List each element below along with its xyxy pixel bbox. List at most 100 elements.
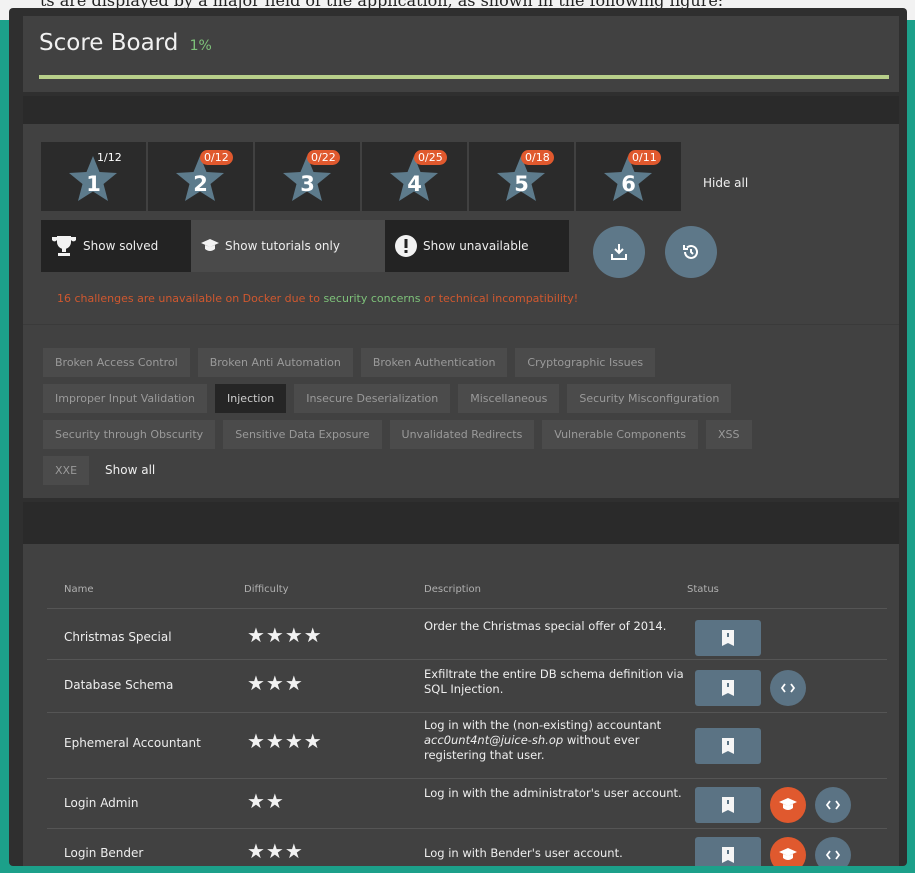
restore-icon xyxy=(683,244,698,259)
challenge-difficulty: ★★★★ xyxy=(247,623,323,647)
difficulty-number: 3 xyxy=(300,172,315,196)
security-concerns-link[interactable]: security concerns xyxy=(323,292,420,305)
difficulty-filter-3[interactable]: 0/22 3 xyxy=(255,142,360,211)
challenge-name: Christmas Special xyxy=(64,630,172,644)
description-text: Log in with the (non-existing) accountan… xyxy=(424,718,662,732)
category-chip[interactable]: XSS xyxy=(706,420,752,449)
table-divider xyxy=(47,778,887,779)
challenge-name: Login Bender xyxy=(64,846,144,860)
category-chip[interactable]: Cryptographic Issues xyxy=(515,348,656,377)
unsolved-button[interactable] xyxy=(695,728,761,764)
difficulty-filter-1[interactable]: 1/12 1 xyxy=(41,142,146,211)
column-header-description: Description xyxy=(424,584,481,595)
difficulty-badge: 0/11 xyxy=(628,150,661,165)
challenge-status xyxy=(695,787,851,823)
download-button[interactable] xyxy=(593,226,645,278)
flag-icon xyxy=(722,738,734,754)
category-chip[interactable]: Unvalidated Redirects xyxy=(389,420,535,449)
difficulty-number: 1 xyxy=(86,172,101,196)
challenge-name: Ephemeral Accountant xyxy=(64,736,201,750)
difficulty-filter-row: 1/12 1 0/12 2 0/22 3 0/25 4 0/18 5 0/11 … xyxy=(41,142,681,211)
exclamation-circle-icon xyxy=(395,235,417,257)
table-divider xyxy=(47,828,887,829)
show-all-categories-button[interactable]: Show all xyxy=(97,456,155,485)
table-row: Christmas Special ★★★★ Order the Christm… xyxy=(23,616,899,658)
column-header-status: Status xyxy=(687,584,719,595)
show-unavailable-toggle[interactable]: Show unavailable xyxy=(385,220,569,272)
code-snippet-button[interactable] xyxy=(770,670,806,706)
challenge-description: Exfiltrate the entire DB schema definiti… xyxy=(424,667,684,696)
code-snippet-button[interactable] xyxy=(815,837,851,866)
page-title-text: Score Board xyxy=(39,30,179,56)
challenge-name: Database Schema xyxy=(64,678,174,692)
category-chip[interactable]: Broken Authentication xyxy=(360,348,508,377)
difficulty-badge: 1/12 xyxy=(97,151,122,164)
restore-button[interactable] xyxy=(665,226,717,278)
table-divider xyxy=(47,608,887,609)
show-unavailable-label: Show unavailable xyxy=(423,239,529,253)
difficulty-filter-5[interactable]: 0/18 5 xyxy=(469,142,574,211)
category-row: XXE Show all xyxy=(43,456,883,485)
section-spacer xyxy=(23,96,899,124)
challenge-difficulty: ★★★★ xyxy=(247,729,323,753)
category-chip[interactable]: Improper Input Validation xyxy=(43,384,208,413)
challenge-description: Order the Christmas special offer of 201… xyxy=(424,619,667,633)
flag-icon xyxy=(722,847,734,863)
category-row: Improper Input Validation Injection Inse… xyxy=(43,384,883,413)
show-solved-toggle[interactable]: Show solved xyxy=(41,220,191,272)
category-chip[interactable]: Security through Obscurity xyxy=(43,420,216,449)
flag-icon xyxy=(722,797,734,813)
difficulty-filter-2[interactable]: 0/12 2 xyxy=(148,142,253,211)
challenge-status xyxy=(695,670,806,706)
code-icon xyxy=(826,850,840,860)
progress-bar xyxy=(39,75,889,79)
show-tutorials-toggle[interactable]: Show tutorials only xyxy=(191,220,385,272)
category-chip[interactable]: Security Misconfiguration xyxy=(567,384,732,413)
table-row: Login Admin ★★ Log in with the administr… xyxy=(23,782,899,824)
code-icon xyxy=(826,800,840,810)
challenge-difficulty: ★★★ xyxy=(247,671,304,695)
difficulty-badge: 0/22 xyxy=(307,150,340,165)
table-divider xyxy=(47,712,887,713)
code-icon xyxy=(781,683,795,693)
difficulty-badge: 0/18 xyxy=(521,150,554,165)
difficulty-number: 2 xyxy=(193,172,208,196)
difficulty-filter-6[interactable]: 0/11 6 xyxy=(576,142,681,211)
divider xyxy=(23,324,899,325)
challenge-difficulty: ★★★ xyxy=(247,839,304,863)
tutorial-button[interactable] xyxy=(770,837,806,866)
category-filters: Broken Access Control Broken Anti Automa… xyxy=(43,348,883,492)
category-chip[interactable]: Vulnerable Components xyxy=(542,420,699,449)
section-spacer xyxy=(23,502,899,544)
category-chip[interactable]: XXE xyxy=(43,456,90,485)
difficulty-filter-4[interactable]: 0/25 4 xyxy=(362,142,467,211)
category-chip[interactable]: Miscellaneous xyxy=(458,384,560,413)
unsolved-button[interactable] xyxy=(695,620,761,656)
category-chip[interactable]: Broken Anti Automation xyxy=(197,348,353,377)
unsolved-button[interactable] xyxy=(695,837,761,866)
category-chip[interactable]: Broken Access Control xyxy=(43,348,190,377)
graduation-cap-icon xyxy=(779,798,797,810)
challenge-status xyxy=(695,728,761,764)
unsolved-button[interactable] xyxy=(695,787,761,823)
table-row: Ephemeral Accountant ★★★★ Log in with th… xyxy=(23,716,899,764)
category-row: Security through Obscurity Sensitive Dat… xyxy=(43,420,883,449)
tutorial-button[interactable] xyxy=(770,787,806,823)
category-chip[interactable]: Insecure Deserialization xyxy=(294,384,451,413)
email-text: acc0unt4nt@juice-sh.op xyxy=(424,733,564,747)
docker-warning: 16 challenges are unavailable on Docker … xyxy=(57,292,578,305)
difficulty-number: 4 xyxy=(407,172,422,196)
unsolved-button[interactable] xyxy=(695,670,761,706)
filter-panel: 1/12 1 0/12 2 0/22 3 0/25 4 0/18 5 0/11 … xyxy=(23,124,899,498)
challenge-difficulty: ★★ xyxy=(247,789,285,813)
hide-all-button[interactable]: Hide all xyxy=(703,176,748,190)
category-chip[interactable]: Sensitive Data Exposure xyxy=(223,420,382,449)
show-tutorials-label: Show tutorials only xyxy=(225,239,340,253)
category-chip-active[interactable]: Injection xyxy=(215,384,287,413)
difficulty-number: 5 xyxy=(514,172,529,196)
code-snippet-button[interactable] xyxy=(815,787,851,823)
category-row: Broken Access Control Broken Anti Automa… xyxy=(43,348,883,377)
progress-percent: 1% xyxy=(189,38,212,54)
challenge-description: Log in with Bender's user account. xyxy=(424,846,623,860)
challenge-description: Log in with the (non-existing) accountan… xyxy=(424,718,694,763)
